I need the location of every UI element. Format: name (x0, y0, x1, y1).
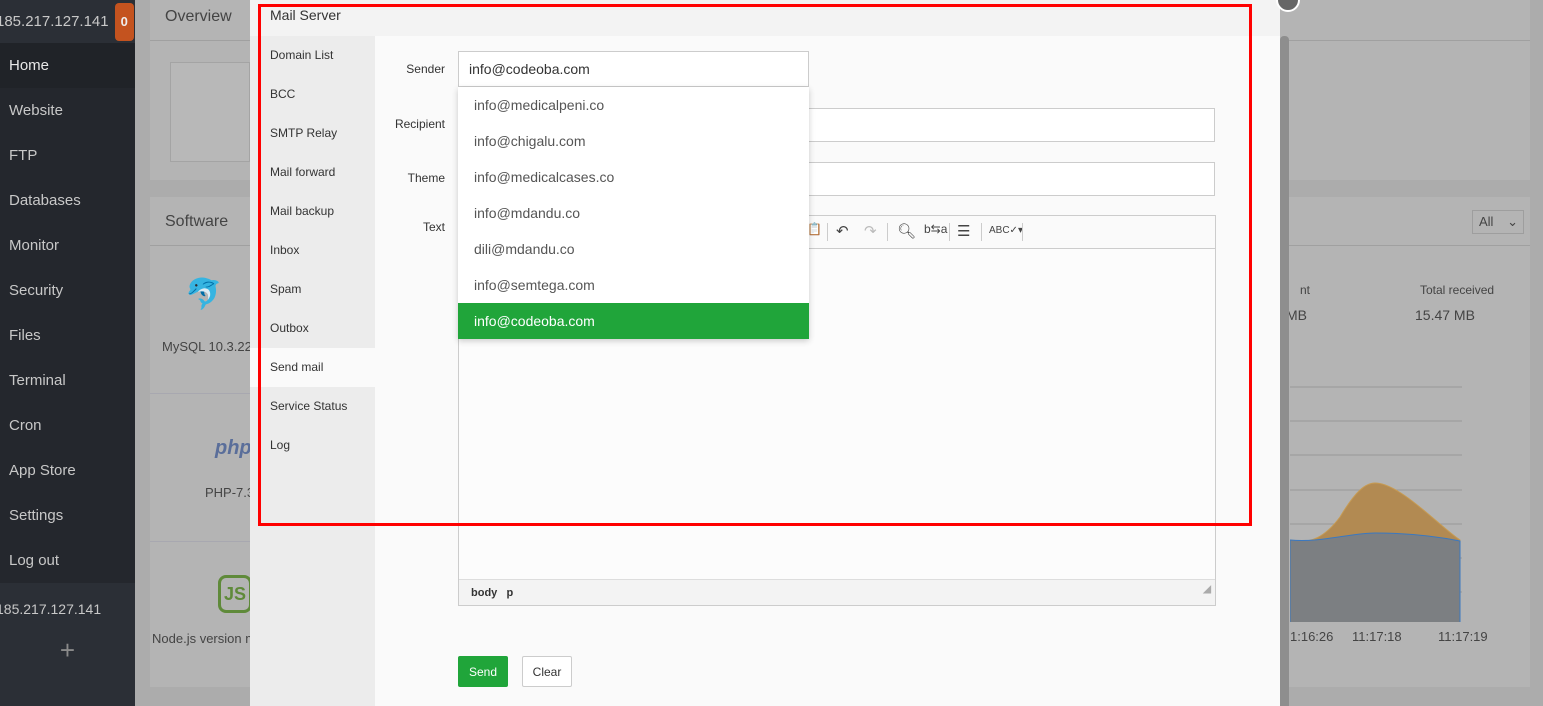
chevron-down-icon: ⌄ (1507, 214, 1518, 229)
total-sent-label: nt (1300, 283, 1311, 297)
software-title: Software (165, 213, 229, 230)
sender-option[interactable]: info@medicalpeni.co (458, 87, 809, 123)
total-received-label: Total received (1420, 283, 1495, 297)
filter-select[interactable]: All ⌄ (1472, 210, 1524, 234)
network-chart (1290, 386, 1462, 622)
menu-log[interactable]: Log (250, 426, 375, 465)
resize-handle-icon[interactable]: ◢ (1203, 577, 1211, 603)
sender-option-selected[interactable]: info@codeoba.com (458, 303, 809, 339)
modal-scrollbar[interactable] (1280, 36, 1289, 706)
recipient-label: Recipient (394, 117, 445, 131)
replace-icon[interactable]: b⇆a (924, 222, 947, 236)
text-label: Text (422, 220, 445, 234)
chart-time-0: 1:16:26 (1290, 629, 1334, 644)
add-server-button[interactable]: + (0, 635, 135, 666)
clear-button[interactable]: Clear (522, 656, 572, 687)
footer-server-ip: 185.217.127.141 (0, 601, 102, 617)
send-button[interactable]: Send (458, 656, 508, 687)
menu-domain-list[interactable]: Domain List (250, 36, 375, 75)
sidebar-item-app-store[interactable]: App Store (0, 448, 135, 493)
theme-label: Theme (407, 171, 445, 185)
sender-option[interactable]: info@medicalcases.co (458, 159, 809, 195)
sender-dropdown: info@medicalpeni.co info@chigalu.com inf… (458, 87, 809, 339)
menu-send-mail[interactable]: Send mail (250, 348, 375, 387)
chart-time-2: 11:17:19 (1438, 629, 1488, 644)
menu-inbox[interactable]: Inbox (250, 231, 375, 270)
overview-title: Overview (165, 8, 232, 25)
server-ip: 185.217.127.141 (0, 12, 109, 30)
mail-menu: Domain List BCC SMTP Relay Mail forward … (250, 36, 375, 706)
editor-status-bar: body p ◢ (459, 579, 1215, 605)
sidebar-item-cron[interactable]: Cron (0, 403, 135, 448)
total-received-value: 15.47 MB (1415, 307, 1475, 323)
mail-server-modal: Mail Server Domain List BCC SMTP Relay M… (250, 0, 1280, 706)
sidebar-item-databases[interactable]: Databases (0, 178, 135, 223)
notification-badge[interactable]: 0 (114, 2, 134, 41)
sender-option[interactable]: dili@mdandu.co (458, 231, 809, 267)
menu-smtp-relay[interactable]: SMTP Relay (250, 114, 375, 153)
path-p[interactable]: p (506, 587, 513, 599)
paste-word-icon[interactable]: 📋 (807, 222, 822, 236)
filter-value: All (1479, 214, 1494, 229)
menu-spam[interactable]: Spam (250, 270, 375, 309)
menu-bcc[interactable]: BCC (250, 75, 375, 114)
sidebar-item-files[interactable]: Files (0, 313, 135, 358)
redo-icon[interactable]: ↷ (864, 222, 877, 240)
sender-label: Sender (406, 62, 445, 76)
mysql-icon: 🐬 (185, 278, 223, 311)
sidebar-item-home[interactable]: Home (0, 43, 135, 88)
menu-mail-forward[interactable]: Mail forward (250, 153, 375, 192)
menu-mail-backup[interactable]: Mail backup (250, 192, 375, 231)
sender-option[interactable]: info@mdandu.co (458, 195, 809, 231)
menu-outbox[interactable]: Outbox (250, 309, 375, 348)
sidebar-item-monitor[interactable]: Monitor (0, 223, 135, 268)
sender-option[interactable]: info@semtega.com (458, 267, 809, 303)
sidebar-item-security[interactable]: Security (0, 268, 135, 313)
sender-select[interactable]: info@codeoba.com (458, 51, 809, 87)
downstream-area (1290, 532, 1461, 622)
spellcheck-icon[interactable]: ABC✓▾ (989, 225, 1023, 236)
nodejs-icon: JS (218, 575, 252, 613)
sidebar-item-terminal[interactable]: Terminal (0, 358, 135, 403)
undo-icon[interactable]: ↶ (836, 222, 849, 240)
menu-service-status[interactable]: Service Status (250, 387, 375, 426)
sidebar-item-logout[interactable]: Log out (0, 538, 135, 583)
chart-time-1: 11:17:18 (1352, 629, 1402, 644)
server-ip-header: 185.217.127.141 0 (0, 0, 135, 43)
total-sent-value: MB (1286, 307, 1307, 323)
modal-title: Mail Server (250, 0, 1280, 36)
sidebar-item-ftp[interactable]: FTP (0, 133, 135, 178)
search-icon[interactable]: 🔍︎ (897, 222, 916, 240)
path-body[interactable]: body (471, 587, 497, 599)
php-icon: php (215, 437, 252, 459)
sidebar-item-website[interactable]: Website (0, 88, 135, 133)
sidebar-item-settings[interactable]: Settings (0, 493, 135, 538)
sender-option[interactable]: info@chigalu.com (458, 123, 809, 159)
format-block-icon[interactable]: ☰ (957, 222, 970, 240)
sidebar: 185.217.127.141 0 Home Website FTP Datab… (0, 0, 135, 706)
